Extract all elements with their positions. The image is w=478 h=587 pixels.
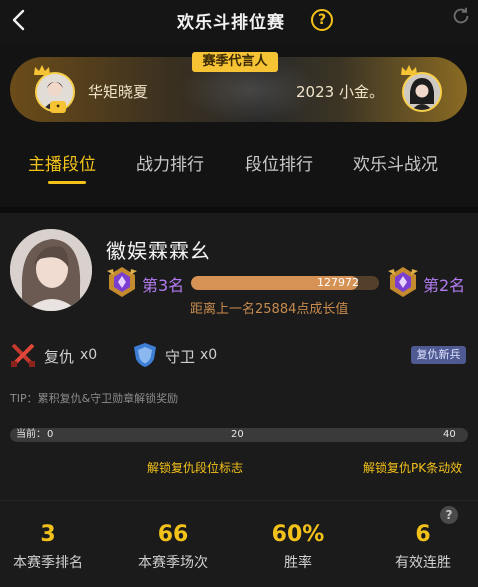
spokesperson-right-name[interactable]: 2023 小金。 [296,81,384,102]
page-title: 欢乐斗排位赛 [177,13,285,33]
track-current-label: 当前： [16,429,46,440]
win-rate-value: 60% [271,522,325,547]
spokesperson-left-name[interactable]: 华矩晓夏 [88,81,148,102]
tab-tier-ranking[interactable]: 段位排行 [245,150,313,175]
swords-icon [11,343,35,367]
help-icon[interactable]: ? [311,9,333,31]
active-tab-indicator [48,181,86,184]
rank-emblem-icon [388,267,418,297]
season-rank-value: 3 [40,522,56,547]
track-current-value: 0 [47,429,54,440]
next-rank: 第2名 [423,276,466,295]
current-rank: 第3名 [142,276,185,295]
guard-count: x0 [200,347,218,363]
unlock-reward-right[interactable]: 解锁复仇PK条动效 [363,459,462,476]
unlock-reward-left[interactable]: 解锁复仇段位标志 [147,459,243,476]
rank-emblem-icon [107,267,137,297]
divider [0,500,478,501]
season-matches-value: 66 [157,522,189,547]
gap-to-previous: 距离上一名25884点成长值 [190,302,349,317]
revenge-label: 复仇 [44,348,75,366]
refresh-icon[interactable] [450,5,472,27]
crown-icon [34,65,50,75]
track-mark-end: 40 [443,429,456,440]
guard-label: 守卫 [165,348,196,366]
growth-value: 127972 [317,276,359,289]
tab-battle-status[interactable]: 欢乐斗战况 [353,150,438,175]
crown-icon [401,65,417,75]
win-streak-label: 有效连胜 [395,555,451,571]
shield-icon [134,343,156,367]
revenge-title-badge: 复仇新兵 [411,346,466,364]
win-rate-label: 胜率 [284,555,312,571]
win-streak-value: 6 [415,522,431,547]
spokesperson-tag: 赛季代言人 [192,52,278,72]
revenge-count: x0 [80,347,98,363]
season-rank-label: 本赛季排名 [13,555,83,571]
spokesperson-right-avatar[interactable] [402,72,442,112]
reward-tip: TIP：累积复仇&守卫勋章解锁奖励 [10,392,179,405]
anchor-avatar[interactable] [10,229,92,311]
tab-power-ranking[interactable]: 战力排行 [136,150,204,175]
anchor-name: 徽娱霖霖幺 [106,239,211,263]
spokesperson-badge: • [50,101,66,113]
season-matches-label: 本赛季场次 [138,555,208,571]
track-mark-mid: 20 [231,429,244,440]
tab-anchor-rank[interactable]: 主播段位 [28,150,96,175]
